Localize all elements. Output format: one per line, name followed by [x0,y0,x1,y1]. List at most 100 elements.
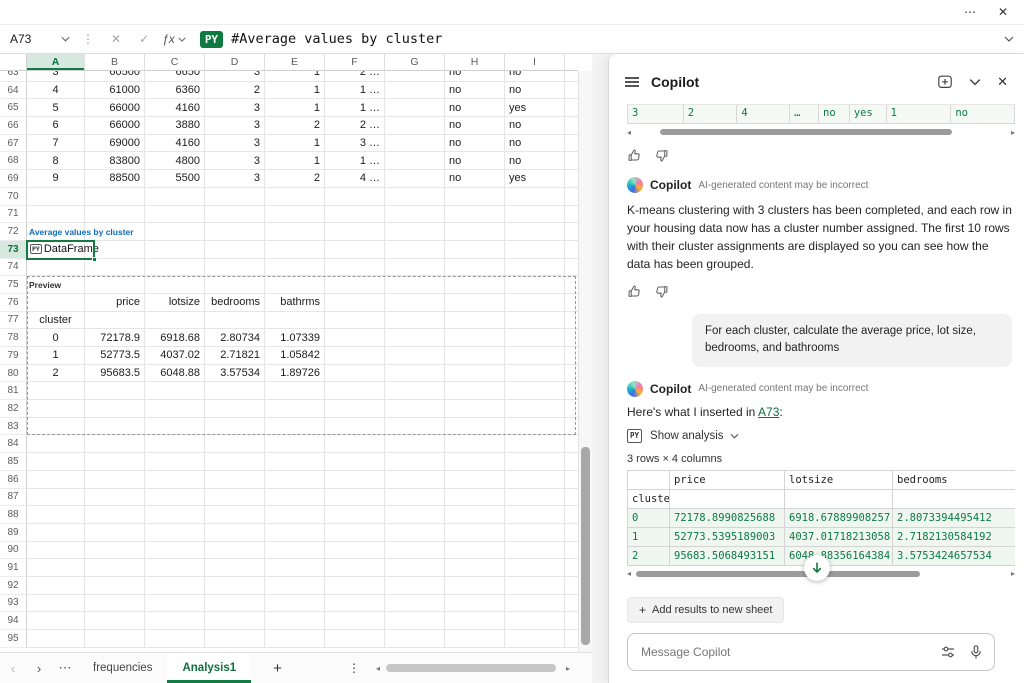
cell-F75[interactable] [325,276,385,294]
cell-D77[interactable] [205,312,265,330]
cell-H87[interactable] [445,489,505,507]
cell-A63[interactable]: 3 [27,71,85,82]
cell-G90[interactable] [385,542,445,560]
cell-E84[interactable] [265,435,325,453]
cell-D87[interactable] [205,489,265,507]
cell-H65[interactable]: no [445,99,505,117]
thumbs-down-icon[interactable] [654,284,669,299]
cell-G86[interactable] [385,471,445,489]
cell-B83[interactable] [85,418,145,436]
cell-I78[interactable] [505,329,565,347]
cell-D90[interactable] [205,542,265,560]
cell-E89[interactable] [265,524,325,542]
cell-I68[interactable]: no [505,152,565,170]
cell-E82[interactable] [265,400,325,418]
column-header-G[interactable]: G [385,54,445,70]
cell-B81[interactable] [85,382,145,400]
row-header-90[interactable]: 90 [0,542,27,560]
cell-B73[interactable] [85,241,145,259]
cell-A79[interactable]: 1 [27,347,85,365]
cell-I72[interactable] [505,223,565,241]
cell-B71[interactable] [85,206,145,224]
cell-C83[interactable] [145,418,205,436]
cell-H67[interactable]: no [445,135,505,153]
cell-C75[interactable] [145,276,205,294]
cell-F63[interactable]: 2 … [325,71,385,82]
cell-H91[interactable] [445,559,505,577]
cell-F89[interactable] [325,524,385,542]
cell-G68[interactable] [385,152,445,170]
cell-D84[interactable] [205,435,265,453]
cell-H83[interactable] [445,418,505,436]
cell-D85[interactable] [205,453,265,471]
scroll-left-icon[interactable]: ◂ [627,569,631,578]
cell-B67[interactable]: 69000 [85,135,145,153]
horizontal-scrollbar-thumb[interactable] [386,664,556,672]
cell-E79[interactable]: 1.05842 [265,347,325,365]
cell-D79[interactable]: 2.71821 [205,347,265,365]
cell-I71[interactable] [505,206,565,224]
expand-formula-bar-icon[interactable] [1004,36,1014,42]
cell-C84[interactable] [145,435,205,453]
scroll-right-icon[interactable]: ▸ [566,664,570,673]
cell-C73[interactable] [145,241,205,259]
column-header-H[interactable]: H [445,54,505,70]
cell-D89[interactable] [205,524,265,542]
cell-A80[interactable]: 2 [27,365,85,383]
new-chat-icon[interactable] [937,74,953,90]
cell-E92[interactable] [265,577,325,595]
cell-H79[interactable] [445,347,505,365]
cell-G63[interactable] [385,71,445,82]
cell-E75[interactable] [265,276,325,294]
fragment-table-scrollbar[interactable]: ◂ ▸ [627,127,1015,137]
cell-H81[interactable] [445,382,505,400]
cell-F73[interactable] [325,241,385,259]
cell-D64[interactable]: 2 [205,82,265,100]
cell-C91[interactable] [145,559,205,577]
cell-G85[interactable] [385,453,445,471]
cell-D93[interactable] [205,595,265,613]
cell-F93[interactable] [325,595,385,613]
cell-B92[interactable] [85,577,145,595]
cell-C72[interactable] [145,223,205,241]
cell-A65[interactable]: 5 [27,99,85,117]
cell-F92[interactable] [325,577,385,595]
cell-D73[interactable] [205,241,265,259]
cell-I74[interactable] [505,259,565,277]
add-sheet-button[interactable]: + [273,660,282,677]
collapse-panel-icon[interactable] [969,78,981,86]
cell-B80[interactable]: 95683.5 [85,365,145,383]
row-header-79[interactable]: 79 [0,347,27,365]
scrollbar-thumb[interactable] [660,129,952,135]
cell-E88[interactable] [265,506,325,524]
cell-A93[interactable] [27,595,85,613]
cell-D83[interactable] [205,418,265,436]
cell-E64[interactable]: 1 [265,82,325,100]
cell-C94[interactable] [145,612,205,630]
cell-E85[interactable] [265,453,325,471]
column-header-F[interactable]: F [325,54,385,70]
add-results-button[interactable]: + Add results to new sheet [627,597,784,623]
cell-F74[interactable] [325,259,385,277]
row-header-86[interactable]: 86 [0,471,27,489]
cell-D92[interactable] [205,577,265,595]
cell-A88[interactable] [27,506,85,524]
cell-C65[interactable]: 4160 [145,99,205,117]
vertical-scrollbar[interactable] [578,71,592,652]
cell-B69[interactable]: 88500 [85,170,145,188]
cell-I94[interactable] [505,612,565,630]
cell-D66[interactable]: 3 [205,117,265,135]
cell-H93[interactable] [445,595,505,613]
cell-G64[interactable] [385,82,445,100]
cell-D68[interactable]: 3 [205,152,265,170]
scroll-right-icon[interactable]: ▸ [1011,569,1015,578]
cell-B70[interactable] [85,188,145,206]
row-header-93[interactable]: 93 [0,595,27,613]
name-box-dropdown-icon[interactable] [61,36,70,42]
cell-G79[interactable] [385,347,445,365]
cell-E90[interactable] [265,542,325,560]
cell-H82[interactable] [445,400,505,418]
cell-I88[interactable] [505,506,565,524]
cell-G80[interactable] [385,365,445,383]
cell-H68[interactable]: no [445,152,505,170]
